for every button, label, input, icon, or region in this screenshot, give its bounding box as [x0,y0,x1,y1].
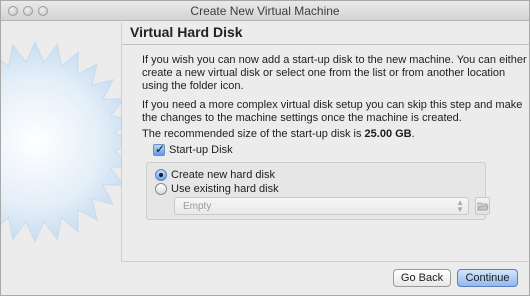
create-new-disk-radio[interactable] [155,169,167,181]
startup-disk-checkbox[interactable]: ✓ [153,142,166,156]
intro-paragraph: If you wish you can now add a start-up d… [142,54,527,92]
go-back-button[interactable]: Go Back [393,269,451,287]
checkmark-icon: ✓ [155,142,166,156]
create-new-disk-label: Create new hard disk [171,169,275,181]
vm-wizard-window: Create New Virtual Machine Virtual Hard … [0,0,530,296]
existing-disk-select[interactable]: Empty ▲ ▼ [174,197,469,215]
continue-button[interactable]: Continue [457,269,518,287]
startup-disk-checkbox-row[interactable]: ✓ Start-up Disk [153,142,233,157]
title-divider [122,44,529,45]
updown-arrows-icon: ▲ ▼ [456,198,464,214]
advanced-setup-paragraph: If you need a more complex virtual disk … [142,99,523,124]
folder-icon [477,202,489,211]
virtual-hard-disk-panel: Virtual Hard Disk If you wish you can no… [121,22,529,262]
recommended-size-value: 25.00 GB [364,128,412,140]
star-burst-icon [1,40,126,244]
window-title: Create New Virtual Machine [190,4,340,18]
recommended-prefix: The recommended size of the start-up dis… [142,128,365,140]
use-existing-disk-label: Use existing hard disk [171,183,279,195]
star-burst-watermark [1,22,126,282]
recommended-suffix: . [411,128,415,140]
recommended-size-text: The recommended size of the start-up dis… [142,128,527,141]
title-bar[interactable]: Create New Virtual Machine [1,1,529,21]
create-new-disk-option[interactable]: Create new hard disk [155,168,275,182]
use-existing-disk-option[interactable]: Use existing hard disk [155,182,279,196]
existing-disk-select-value: Empty [183,201,212,212]
choose-disk-folder-button[interactable] [475,197,490,215]
startup-disk-label: Start-up Disk [169,144,233,156]
panel-title: Virtual Hard Disk [130,24,243,40]
radio-selected-dot [159,173,163,177]
use-existing-disk-radio[interactable] [155,183,167,195]
